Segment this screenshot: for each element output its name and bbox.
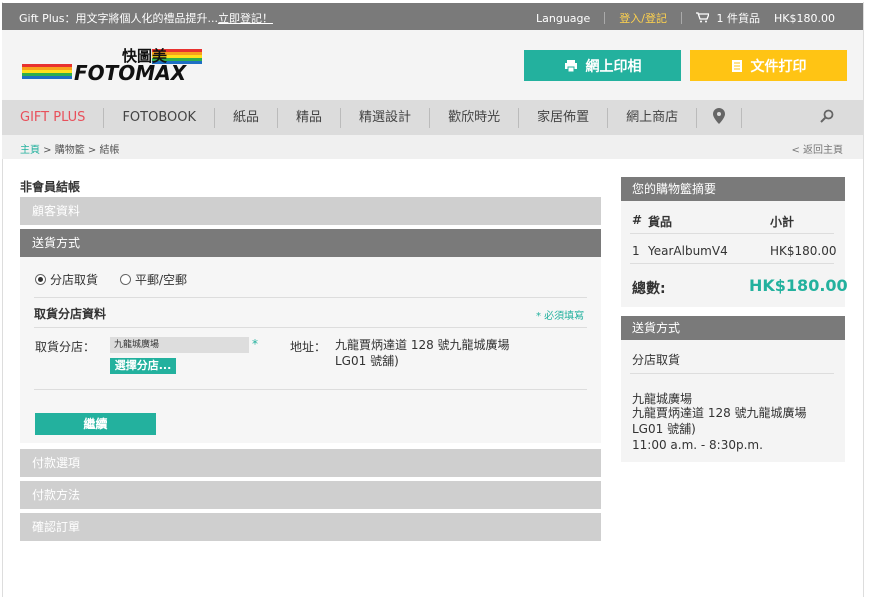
required-note: * 必須填寫 [536, 311, 585, 322]
nav-item-paper[interactable]: 紙品 [215, 100, 277, 135]
document-icon [731, 59, 742, 72]
nav-item-designs[interactable]: 精選設計 [341, 100, 429, 135]
promo-link[interactable]: 立即登記！ [218, 12, 273, 25]
divider [681, 12, 683, 24]
top-bar: Gift Plus：用文字將個人化的禮品提升...立即登記！ Language … [2, 3, 863, 30]
divider [604, 12, 606, 24]
divider [34, 389, 587, 390]
cart-total: HK$180.00 [774, 11, 835, 25]
payment-options-section[interactable]: 付款選項 [20, 449, 601, 477]
cart-link[interactable]: 1 件貨品 [696, 10, 760, 26]
col-item: 貨品 [648, 215, 673, 229]
option-mail-label: 平郵/空郵 [135, 273, 188, 287]
shipping-address: 九龍賈炳達道 128 號九龍城廣場 LG01 號舖) [632, 406, 807, 436]
nav-item-home-decor[interactable]: 家居佈置 [519, 100, 607, 135]
search-button[interactable] [742, 100, 834, 135]
nav-item-happy-times[interactable]: 歡欣時光 [430, 100, 518, 135]
breadcrumb-checkout: 結帳 [99, 145, 120, 156]
document-print-label: 文件打印 [750, 58, 807, 75]
divider [34, 297, 587, 298]
row-item: YearAlbumV4 [648, 244, 728, 258]
option-store-pickup-label: 分店取貨 [50, 273, 99, 287]
row-number: 1 [632, 244, 640, 258]
page-title: 非會員結帳 [20, 180, 81, 194]
promo-text: Gift Plus：用文字將個人化的禮品提升...立即登記！ [19, 10, 273, 26]
nav-item-gifts[interactable]: 精品 [278, 100, 340, 135]
store-field[interactable]: 九龍城廣場 [110, 337, 249, 353]
map-pin-icon [713, 108, 726, 124]
search-icon [820, 109, 834, 123]
breadcrumb-cart[interactable]: 購物籃 [55, 145, 85, 156]
language-link[interactable]: Language [536, 12, 590, 25]
col-number: # [632, 213, 643, 227]
store-info-title: 取貨分店資料 [34, 307, 107, 321]
continue-button[interactable]: 繼續 [35, 413, 156, 435]
nav-item-online-shop[interactable]: 網上商店 [608, 100, 696, 135]
main-nav: GIFT PLUS FOTOBOOK 紙品 精品 精選設計 歡欣時光 家居佈置 … [2, 100, 863, 135]
row-subtotal: HK$180.00 [770, 244, 837, 258]
document-print-button[interactable]: 文件打印 [690, 50, 847, 81]
shipping-hours: 11:00 a.m. - 8:30p.m. [632, 438, 763, 452]
customer-info-section[interactable]: 顧客資料 [20, 197, 601, 225]
back-home-link[interactable]: < 返回主頁 [791, 141, 843, 156]
fotomax-logo[interactable]: 快圖美 FOTOMAX [22, 46, 207, 88]
address-value: 九龍賈炳達道 128 號九龍城廣場 LG01 號舖) [335, 338, 510, 368]
radio-checked-icon [35, 274, 46, 285]
divider [630, 373, 834, 374]
breadcrumb-home[interactable]: 主頁 [20, 145, 40, 156]
nav-item-gift-plus[interactable]: GIFT PLUS [2, 100, 103, 135]
shipping-method: 分店取貨 [632, 353, 681, 367]
online-photo-label: 網上印相 [585, 58, 642, 75]
online-photo-button[interactable]: 網上印相 [524, 50, 681, 81]
photo-print-icon [564, 59, 577, 72]
cart-icon [696, 12, 710, 23]
divider [34, 327, 587, 328]
cart-count: 1 件貨品 [716, 12, 761, 25]
breadcrumb: 主頁 > 購物籃 > 結帳 < 返回主頁 [2, 135, 863, 159]
radio-unchecked-icon [120, 274, 131, 285]
nav-item-fotobook[interactable]: FOTOBOOK [104, 100, 214, 135]
location-button[interactable] [697, 100, 741, 135]
header: 快圖美 FOTOMAX 網上印相 文件打印 [2, 30, 863, 100]
payment-method-section[interactable]: 付款方法 [20, 481, 601, 509]
total-value: HK$180.00 [749, 276, 848, 295]
promo-label: Gift Plus：用文字將個人化的禮品提升... [19, 12, 218, 25]
divider [630, 233, 834, 234]
option-store-pickup[interactable]: 分店取貨 [35, 271, 98, 288]
shipping-summary-title: 送貨方式 [621, 316, 845, 340]
select-store-button[interactable]: 選擇分店... [110, 358, 176, 374]
divider [630, 263, 834, 264]
option-mail[interactable]: 平郵/空郵 [120, 271, 187, 288]
col-subtotal: 小計 [770, 215, 795, 229]
total-label: 總數: [632, 281, 666, 297]
address-label: 地址： [290, 340, 327, 354]
store-label: 取貨分店： [35, 340, 96, 354]
login-link[interactable]: 登入/登記 [619, 10, 667, 26]
required-star: * [252, 337, 258, 351]
svg-text:FOTOMAX: FOTOMAX [74, 61, 188, 85]
shipping-section-header[interactable]: 送貨方式 [20, 229, 601, 257]
confirm-order-section[interactable]: 確認訂單 [20, 513, 601, 541]
cart-summary-title: 您的購物籃摘要 [621, 177, 845, 201]
